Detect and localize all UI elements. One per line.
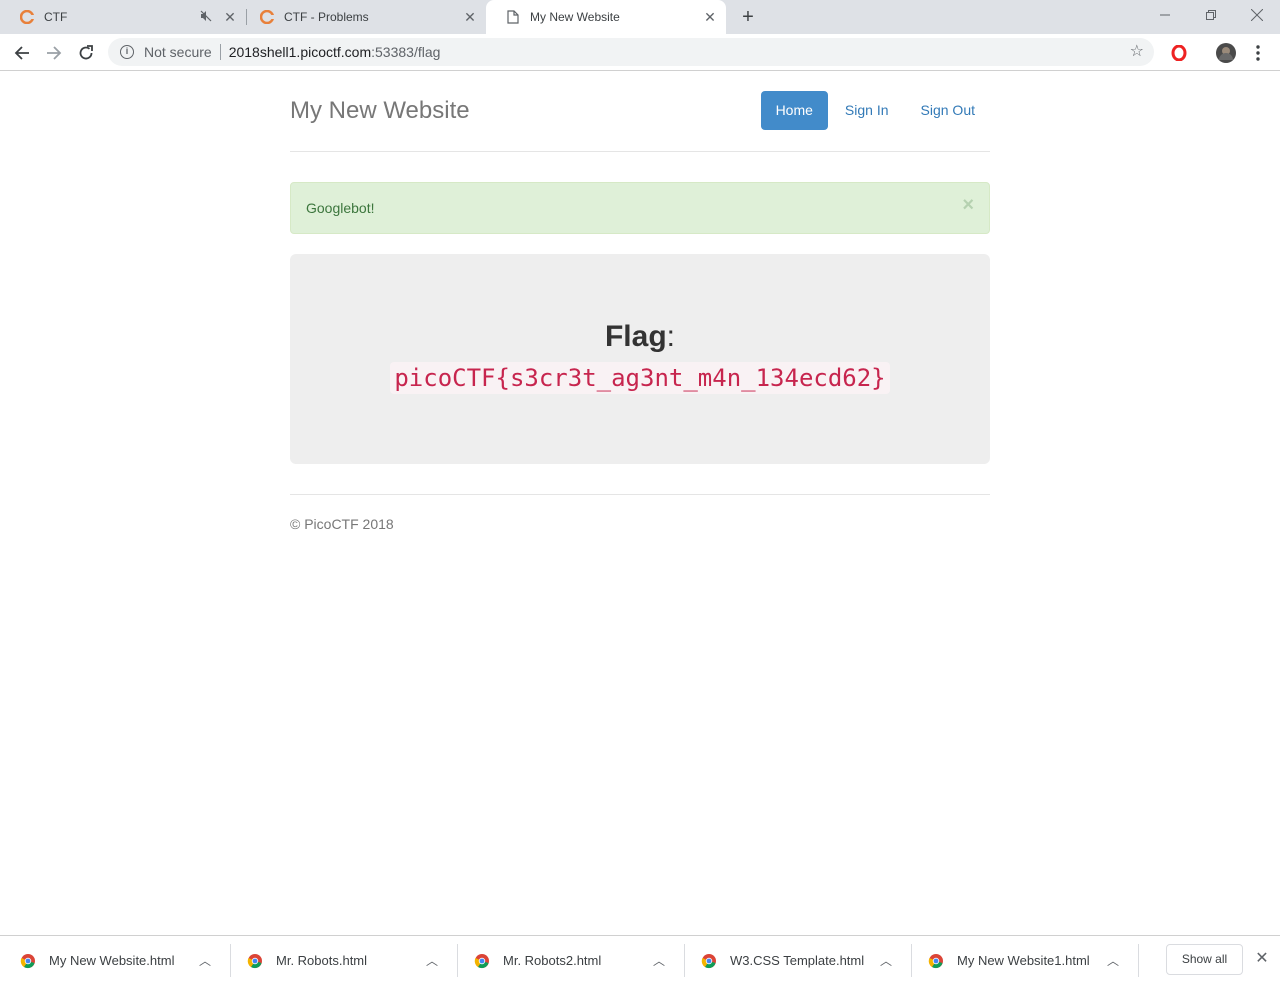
minimize-icon[interactable] bbox=[1142, 0, 1188, 30]
url-host: 2018shell1.picoctf.com bbox=[228, 44, 372, 60]
tab-ctf[interactable]: CTF ✕ bbox=[0, 0, 246, 34]
alert-close-icon[interactable]: × bbox=[962, 195, 974, 215]
restore-icon[interactable] bbox=[1188, 0, 1234, 30]
info-icon[interactable]: i bbox=[120, 45, 134, 59]
address-bar[interactable]: i Not secure 2018shell1.picoctf.com:5338… bbox=[108, 38, 1154, 66]
download-item[interactable]: My New Website1.html ︿ bbox=[908, 936, 1135, 985]
reload-icon[interactable] bbox=[74, 41, 98, 65]
picoctf-favicon-icon bbox=[260, 10, 274, 24]
chrome-file-icon bbox=[928, 953, 944, 969]
tab-title: CTF bbox=[44, 10, 68, 24]
download-filename: W3.CSS Template.html bbox=[730, 953, 865, 968]
back-arrow-icon[interactable] bbox=[10, 41, 34, 65]
flag-heading: Flag: bbox=[290, 318, 990, 356]
picoctf-favicon-icon bbox=[20, 10, 34, 24]
tab-my-new-website[interactable]: My New Website ✕ bbox=[486, 0, 726, 34]
close-download-bar-icon[interactable]: ✕ bbox=[1253, 950, 1271, 968]
page-favicon-icon bbox=[506, 10, 520, 24]
chrome-file-icon bbox=[701, 953, 717, 969]
nav-sign-out-link[interactable]: Sign Out bbox=[906, 91, 990, 130]
tab-title: CTF - Problems bbox=[284, 10, 369, 24]
opera-extension-icon[interactable] bbox=[1167, 41, 1191, 65]
footer-copyright: © PicoCTF 2018 bbox=[290, 516, 394, 532]
chrome-file-icon bbox=[247, 953, 263, 969]
download-bar: My New Website.html ︿ Mr. Robots.html ︿ … bbox=[0, 935, 1280, 984]
site-header: My New Website Home Sign In Sign Out bbox=[290, 71, 990, 152]
chevron-up-icon[interactable]: ︿ bbox=[874, 952, 898, 969]
site-footer: © PicoCTF 2018 bbox=[290, 494, 990, 532]
chrome-file-icon bbox=[474, 953, 490, 969]
new-tab-button[interactable]: + bbox=[738, 7, 758, 27]
chevron-up-icon[interactable]: ︿ bbox=[420, 952, 444, 969]
chevron-up-icon[interactable]: ︿ bbox=[1101, 952, 1125, 969]
nav-home-link[interactable]: Home bbox=[760, 91, 828, 130]
tab-strip: CTF ✕ CTF - Problems ✕ My New Website ✕ … bbox=[0, 0, 1280, 34]
site-nav: Home Sign In Sign Out bbox=[759, 91, 990, 130]
bookmark-star-icon[interactable]: ☆ bbox=[1130, 44, 1144, 60]
success-alert: Googlebot! × bbox=[290, 182, 990, 234]
close-tab-icon[interactable]: ✕ bbox=[462, 9, 478, 25]
window-close-icon[interactable] bbox=[1234, 0, 1280, 30]
download-filename: My New Website1.html bbox=[957, 953, 1090, 968]
chevron-up-icon[interactable]: ︿ bbox=[193, 952, 217, 969]
download-filename: My New Website.html bbox=[49, 953, 175, 968]
close-tab-icon[interactable]: ✕ bbox=[702, 9, 718, 25]
forward-arrow-icon[interactable] bbox=[42, 41, 66, 65]
nav-sign-in-link[interactable]: Sign In bbox=[830, 91, 904, 130]
close-tab-icon[interactable]: ✕ bbox=[222, 9, 238, 25]
chrome-file-icon bbox=[20, 953, 36, 969]
download-filename: Mr. Robots.html bbox=[276, 953, 368, 968]
show-all-downloads-button[interactable]: Show all bbox=[1166, 944, 1243, 975]
browser-toolbar: i Not secure 2018shell1.picoctf.com:5338… bbox=[0, 34, 1280, 71]
download-filename: Mr. Robots2.html bbox=[503, 953, 602, 968]
page-container: My New Website Home Sign In Sign Out Goo… bbox=[290, 71, 990, 532]
url-path: :53383/flag bbox=[371, 44, 441, 60]
site-brand: My New Website bbox=[290, 97, 470, 124]
chevron-up-icon[interactable]: ︿ bbox=[647, 952, 671, 969]
download-item[interactable]: My New Website.html ︿ bbox=[0, 936, 227, 985]
flag-heading-colon: : bbox=[666, 320, 675, 353]
muted-speaker-icon[interactable] bbox=[200, 10, 212, 25]
tab-ctf-problems[interactable]: CTF - Problems ✕ bbox=[240, 0, 486, 34]
address-separator bbox=[219, 44, 221, 60]
alert-message: Googlebot! bbox=[306, 200, 375, 216]
flag-jumbotron: Flag: picoCTF{s3cr3t_ag3nt_m4n_134ecd62} bbox=[290, 254, 990, 464]
flag-heading-text: Flag bbox=[604, 320, 667, 353]
tab-title: My New Website bbox=[530, 10, 620, 24]
profile-avatar-icon[interactable] bbox=[1214, 41, 1238, 65]
flag-value: picoCTF{s3cr3t_ag3nt_m4n_134ecd62} bbox=[390, 362, 890, 394]
security-label[interactable]: Not secure bbox=[144, 44, 212, 60]
download-item[interactable]: Mr. Robots.html ︿ bbox=[227, 936, 454, 985]
download-item[interactable]: Mr. Robots2.html ︿ bbox=[454, 936, 681, 985]
download-separator bbox=[1138, 944, 1139, 977]
download-item[interactable]: W3.CSS Template.html ︿ bbox=[681, 936, 908, 985]
more-menu-icon[interactable] bbox=[1246, 41, 1270, 65]
